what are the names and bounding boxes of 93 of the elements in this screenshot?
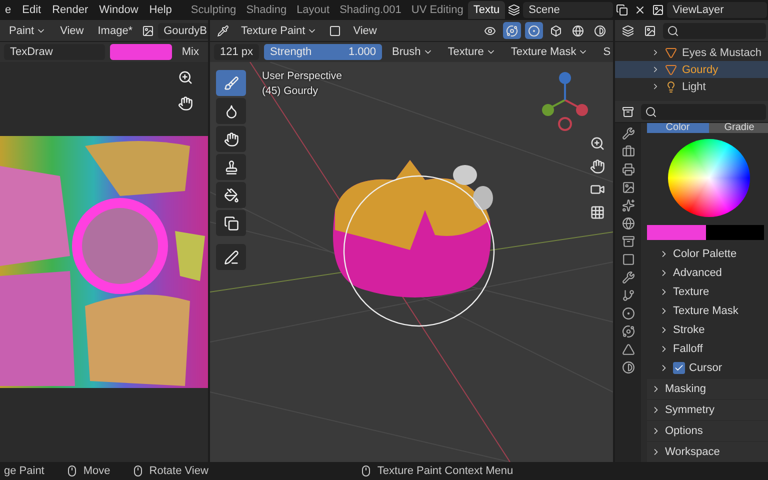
outliner-row[interactable]: Eyes & Mustach: [615, 44, 768, 61]
menu-item[interactable]: e: [0, 4, 18, 16]
brush-field[interactable]: TexDraw: [4, 44, 105, 60]
printer-icon[interactable]: [622, 163, 634, 176]
color-swatch[interactable]: [647, 224, 764, 240]
wrench-icon[interactable]: [622, 127, 634, 140]
hand-icon[interactable]: [590, 159, 605, 174]
subpanel-header[interactable]: Texture Mask: [647, 301, 768, 320]
workspace-tab[interactable]: Shading: [241, 1, 292, 19]
camera-icon[interactable]: [590, 182, 605, 197]
hand-icon[interactable]: [178, 96, 193, 111]
lightbulb-icon: [665, 80, 677, 92]
blend-dropdown[interactable]: Mix: [176, 46, 204, 58]
status-hint: Rotate View: [132, 465, 208, 477]
subpanel-header[interactable]: Advanced: [647, 263, 768, 282]
header-menu[interactable]: View: [55, 24, 89, 36]
checkbox[interactable]: [673, 362, 685, 374]
subpanel-header[interactable]: Cursor: [647, 358, 768, 378]
orbit-icon[interactable]: [622, 325, 634, 338]
mode-dropdown[interactable]: Paint: [4, 22, 52, 39]
branch-icon[interactable]: [622, 289, 634, 302]
menu-item[interactable]: Window: [94, 4, 144, 16]
mouse-icon: [66, 465, 78, 477]
navigation-gizmo-drawing: [540, 70, 590, 132]
radius-field[interactable]: 121 px: [214, 44, 260, 60]
tool-dropdown[interactable]: Brush: [387, 44, 438, 60]
half-circle-icon[interactable]: [622, 361, 634, 374]
stamp-icon: [224, 160, 238, 174]
header-menu[interactable]: Image*: [92, 24, 138, 36]
tool-dropdown[interactable]: Texture: [442, 44, 501, 60]
outliner-row[interactable]: Gourdy: [615, 61, 768, 78]
zoom-icon[interactable]: [178, 70, 193, 85]
square-icon[interactable]: [622, 253, 634, 266]
scene-field[interactable]: Scene: [522, 2, 613, 18]
image-name-field[interactable]: GourdyB: [158, 22, 208, 38]
search-icon: [645, 106, 657, 118]
subpanel-header[interactable]: Stroke: [647, 320, 768, 340]
subpanel-header[interactable]: Color Palette: [647, 244, 768, 264]
tool-button[interactable]: [216, 154, 246, 180]
image-icon[interactable]: [622, 181, 634, 194]
menu-item[interactable]: Render: [47, 4, 94, 16]
wrench-icon[interactable]: [622, 271, 634, 284]
subpanel-header[interactable]: Falloff: [647, 340, 768, 359]
view-layer-field[interactable]: ViewLayer: [666, 2, 767, 18]
mouse-icon: [360, 465, 372, 477]
status-hint: Texture Paint Context Menu: [360, 465, 514, 477]
tool-button[interactable]: [216, 182, 246, 208]
tool-dropdown[interactable]: S: [598, 44, 613, 60]
workspace-tab[interactable]: Shading.001: [334, 1, 406, 19]
grid-icon[interactable]: [590, 205, 605, 220]
search-icon: [667, 24, 679, 36]
panel-header[interactable]: Masking: [647, 378, 768, 399]
search-field[interactable]: [641, 104, 766, 120]
workspace-tab[interactable]: Sculpting: [186, 1, 242, 19]
droplet-icon: [224, 104, 238, 118]
status-hint: ge Paint: [4, 465, 44, 477]
search-field[interactable]: [663, 22, 766, 38]
hand-icon: [224, 132, 238, 146]
workspace-tab[interactable]: Layout: [292, 1, 335, 19]
tool-button[interactable]: [216, 244, 246, 270]
overlap-squares-icon: [224, 216, 238, 230]
tool-button[interactable]: [216, 210, 246, 236]
status-hint: Move: [66, 465, 110, 477]
triangle-icon: [665, 64, 677, 76]
menu-item[interactable]: Edit: [17, 4, 48, 16]
outliner-row[interactable]: Light: [615, 78, 768, 95]
menu-item[interactable]: Help: [144, 4, 178, 16]
brush-icon: [224, 76, 238, 90]
panel-header[interactable]: Options: [647, 420, 768, 441]
workspace-tab[interactable]: UV Editing: [406, 1, 468, 19]
triangle-icon[interactable]: [622, 343, 634, 356]
mode-dropdown[interactable]: Texture Paint: [236, 22, 322, 39]
paint-bucket-icon: [224, 188, 238, 202]
tool-button[interactable]: [216, 98, 246, 124]
zoom-icon[interactable]: [590, 136, 605, 151]
circle-dot-icon[interactable]: [622, 307, 634, 320]
subpanel-header[interactable]: Texture: [647, 282, 768, 302]
workspace-tab[interactable]: Textu: [468, 1, 505, 19]
globe-icon[interactable]: [622, 217, 634, 230]
strength-slider[interactable]: Strength 1.000: [264, 44, 382, 60]
brush-color-swatch[interactable]: [110, 44, 172, 60]
mouse-icon: [132, 465, 144, 477]
briefcase-icon[interactable]: [622, 145, 634, 158]
panel-header[interactable]: Symmetry: [647, 400, 768, 420]
triangle-icon: [665, 46, 677, 58]
archive-icon[interactable]: [622, 235, 634, 248]
panel-header[interactable]: Workspace: [647, 442, 768, 462]
pen-line-icon: [224, 250, 238, 264]
header-menu[interactable]: View: [348, 24, 382, 36]
sparkles-icon[interactable]: [622, 199, 634, 212]
tool-dropdown[interactable]: Texture Mask: [506, 44, 594, 60]
tool-button[interactable]: [216, 126, 246, 152]
viewport-info: User Perspective: [262, 70, 342, 82]
